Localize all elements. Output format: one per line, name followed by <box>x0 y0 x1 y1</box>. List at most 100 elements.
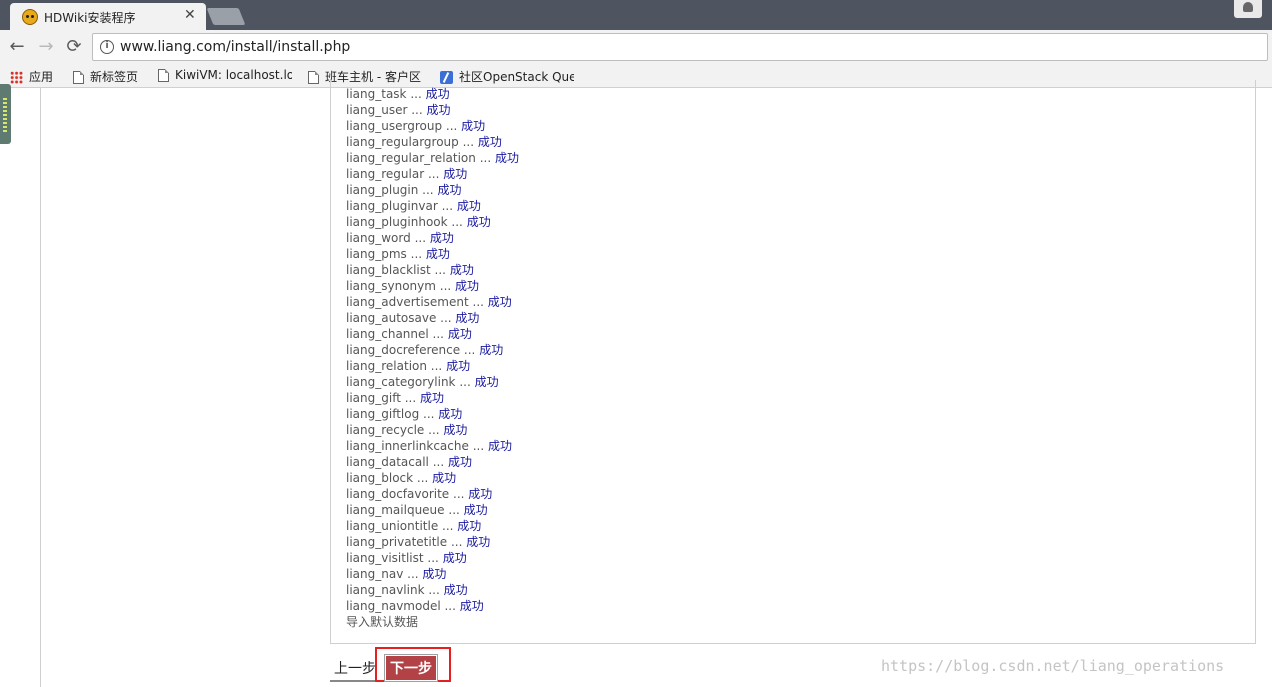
log-line: liang_relation ... 成功 <box>346 358 519 374</box>
url-text[interactable]: www.liang.com/install/install.php <box>120 39 350 55</box>
watermark: https://blog.csdn.net/liang_operations <box>881 657 1225 675</box>
table-name: liang_categorylink <box>346 375 456 389</box>
back-button[interactable]: ← <box>6 36 28 58</box>
log-separator: ... <box>447 535 467 549</box>
info-icon[interactable]: i <box>100 40 114 54</box>
tiger-favicon-icon <box>22 9 38 25</box>
extension-side-tab[interactable] <box>0 84 11 144</box>
log-line: liang_advertisement ... 成功 <box>346 294 519 310</box>
success-status: 成功 <box>494 151 519 165</box>
user-icon <box>1243 2 1253 12</box>
log-separator: ... <box>460 343 480 357</box>
log-line: liang_pms ... 成功 <box>346 246 519 262</box>
log-separator: ... <box>438 519 458 533</box>
bookmark-kiwivm[interactable]: KiwiVM: localhost.lo <box>158 68 292 84</box>
log-line: liang_usergroup ... 成功 <box>346 118 519 134</box>
table-name: liang_datacall <box>346 455 429 469</box>
apps-icon <box>10 71 23 84</box>
close-tab-icon[interactable]: ✕ <box>184 7 196 23</box>
success-status: 成功 <box>443 583 468 597</box>
browser-titlebar: HDWiki安装程序 ✕ <box>0 0 1272 30</box>
log-line: liang_plugin ... 成功 <box>346 182 519 198</box>
log-line: liang_visitlist ... 成功 <box>346 550 519 566</box>
success-status: 成功 <box>426 103 451 117</box>
table-name: liang_innerlinkcache <box>346 439 469 453</box>
log-separator: ... <box>424 167 444 181</box>
log-line: liang_pluginvar ... 成功 <box>346 198 519 214</box>
success-status: 成功 <box>446 359 471 373</box>
table-name: liang_pms <box>346 247 407 261</box>
reload-button[interactable]: ⟳ <box>63 36 85 58</box>
log-line: liang_recycle ... 成功 <box>346 422 519 438</box>
success-status: 成功 <box>463 503 488 517</box>
success-status: 成功 <box>477 135 502 149</box>
log-separator: ... <box>424 583 444 597</box>
bookmark-new-tab[interactable]: 新标签页 <box>73 68 138 84</box>
log-separator: ... <box>406 247 426 261</box>
table-name: liang_navmodel <box>346 599 441 613</box>
table-name: liang_docreference <box>346 343 461 357</box>
success-status: 成功 <box>457 519 482 533</box>
log-separator: ... <box>423 551 443 565</box>
table-name: liang_recycle <box>346 423 425 437</box>
table-name: liang_giftlog <box>346 407 420 421</box>
log-line: liang_privatetitle ... 成功 <box>346 534 519 550</box>
success-status: 成功 <box>487 295 512 309</box>
success-status: 成功 <box>437 183 462 197</box>
log-separator: ... <box>418 183 438 197</box>
log-separator: ... <box>424 423 444 437</box>
import-default-data-line: 导入默认数据 <box>346 615 419 629</box>
success-status: 成功 <box>466 215 491 229</box>
table-name: liang_word <box>346 231 411 245</box>
log-line: liang_uniontitle ... 成功 <box>346 518 519 534</box>
browser-tab-active[interactable]: HDWiki安装程序 ✕ <box>10 3 206 30</box>
log-separator: ... <box>447 215 467 229</box>
log-separator: ... <box>403 567 423 581</box>
table-name: liang_user <box>346 103 408 117</box>
log-separator: ... <box>410 231 430 245</box>
next-step-button[interactable]: 下一步 <box>384 654 438 682</box>
table-name: liang_navlink <box>346 583 425 597</box>
table-name: liang_regular <box>346 167 425 181</box>
success-status: 成功 <box>422 567 447 581</box>
success-status: 成功 <box>425 247 450 261</box>
profile-button[interactable] <box>1234 0 1262 18</box>
log-line: liang_categorylink ... 成功 <box>346 374 519 390</box>
address-bar[interactable]: i www.liang.com/install/install.php <box>92 33 1268 61</box>
log-separator: ... <box>436 311 456 325</box>
table-name: liang_blacklist <box>346 263 431 277</box>
table-name: liang_usergroup <box>346 119 443 133</box>
prev-step-button[interactable]: 上一步 <box>330 658 378 682</box>
log-separator: ... <box>428 327 448 341</box>
success-status: 成功 <box>459 599 484 613</box>
log-separator: ... <box>455 375 475 389</box>
log-line: liang_pluginhook ... 成功 <box>346 214 519 230</box>
table-name: liang_task <box>346 87 407 101</box>
bookmark-apps[interactable]: 应用 <box>10 68 53 84</box>
log-line: liang_regular ... 成功 <box>346 166 519 182</box>
log-line: liang_autosave ... 成功 <box>346 310 519 326</box>
table-name: liang_nav <box>346 567 404 581</box>
log-line: liang_navmodel ... 成功 <box>346 598 519 614</box>
new-tab-button[interactable] <box>206 8 246 25</box>
page-icon <box>158 69 169 82</box>
table-name: liang_advertisement <box>346 295 469 309</box>
tab-title: HDWiki安装程序 <box>44 11 136 25</box>
log-separator: ... <box>437 199 457 213</box>
table-name: liang_visitlist <box>346 551 424 565</box>
log-separator: ... <box>458 135 478 149</box>
bookmark-label: 新标签页 <box>90 70 139 84</box>
forward-button[interactable]: → <box>35 36 57 58</box>
log-line: liang_giftlog ... 成功 <box>346 406 519 422</box>
table-name: liang_gift <box>346 391 401 405</box>
success-status: 成功 <box>425 87 450 101</box>
log-separator: ... <box>400 391 420 405</box>
log-separator: ... <box>440 599 460 613</box>
success-status: 成功 <box>429 231 454 245</box>
log-separator: ... <box>407 103 427 117</box>
log-separator: ... <box>419 407 439 421</box>
log-separator: ... <box>475 151 495 165</box>
log-line: liang_innerlinkcache ... 成功 <box>346 438 519 454</box>
success-status: 成功 <box>456 199 481 213</box>
bookmark-label: KiwiVM: localhost.lo <box>175 68 292 82</box>
